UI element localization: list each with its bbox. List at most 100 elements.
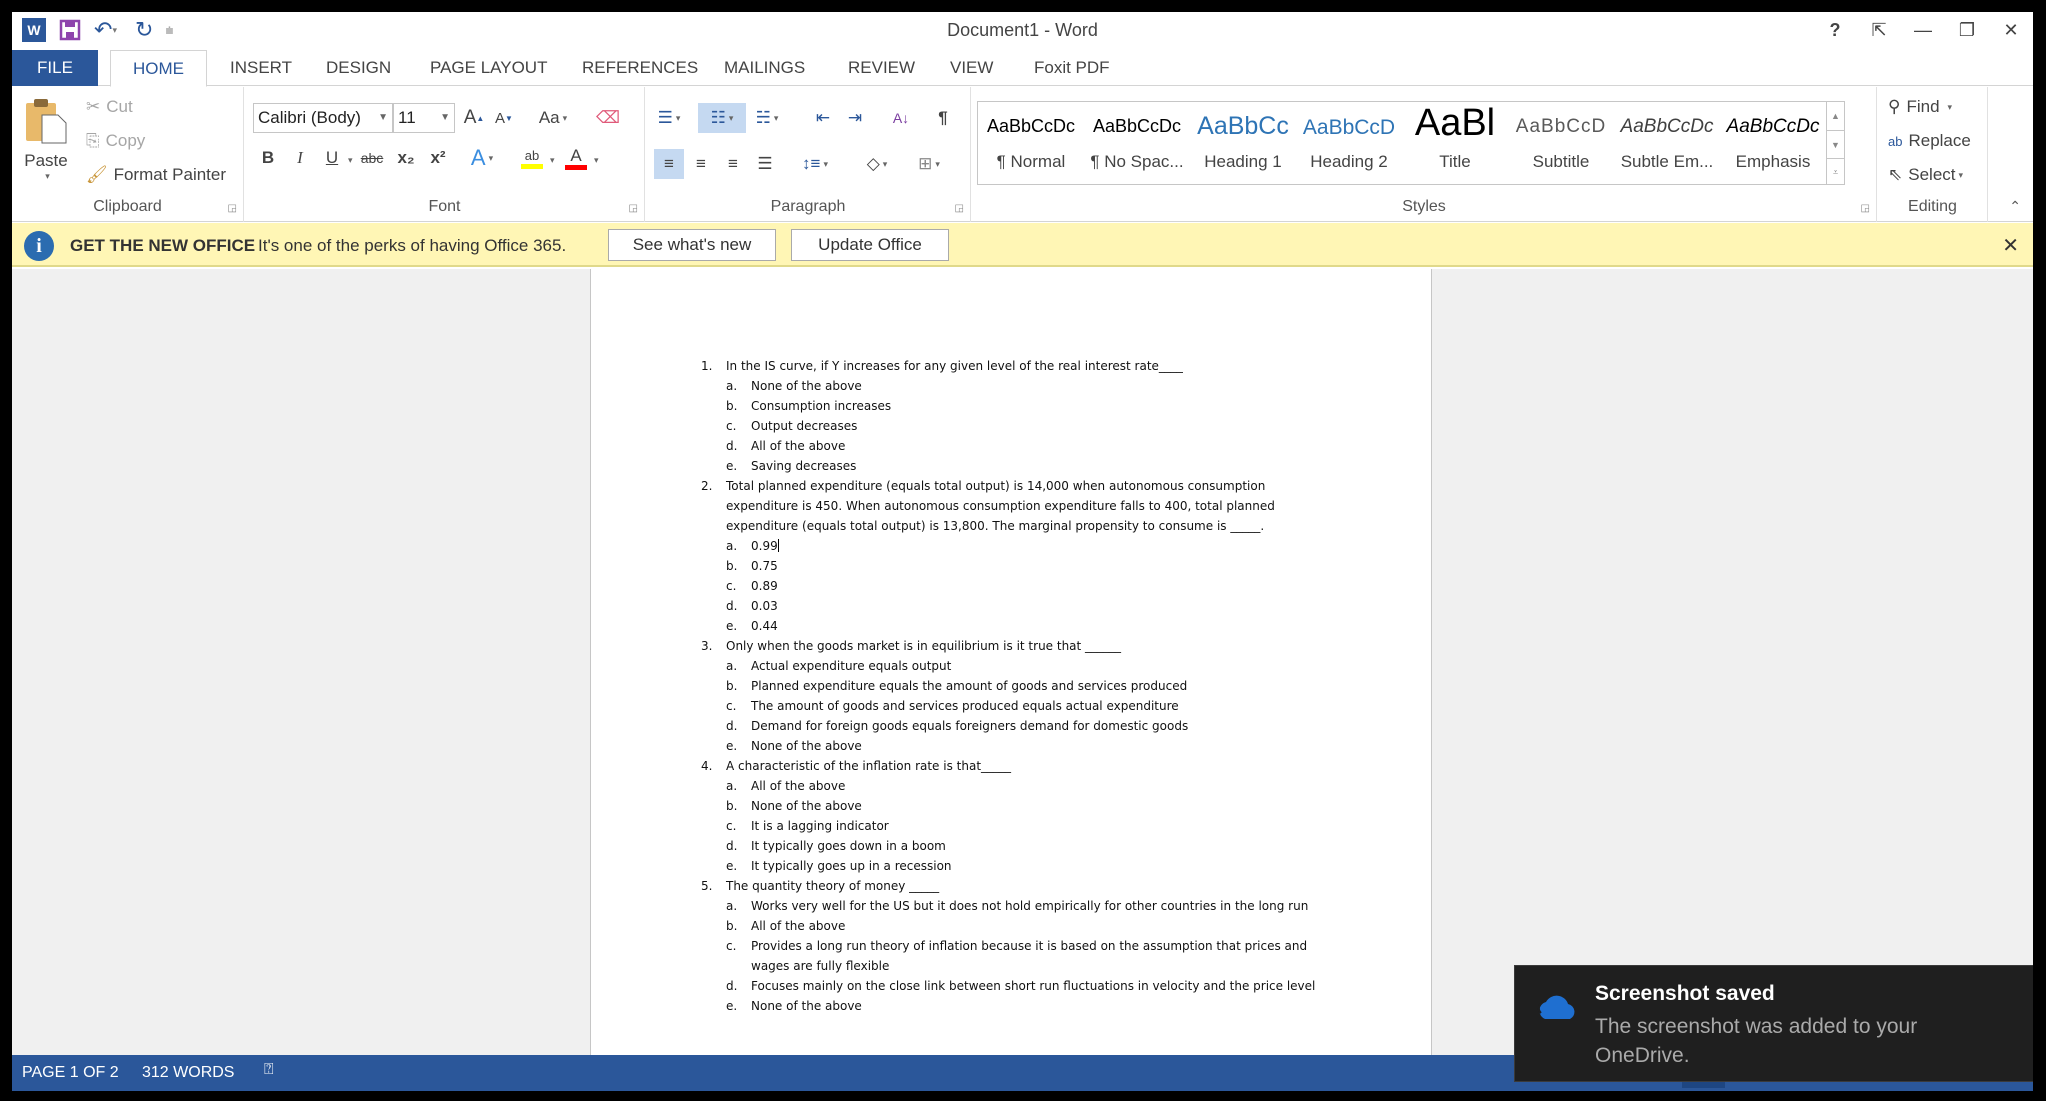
option-text[interactable]: All of the above <box>751 779 845 793</box>
font-color-button[interactable]: A <box>561 143 591 173</box>
question[interactable]: 1. In the IS curve, if Y increases for an… <box>701 356 1321 376</box>
style-subtitle[interactable]: AaBbCcD Subtitle <box>1508 102 1614 184</box>
close-message-bar-icon[interactable]: ✕ <box>2002 233 2019 258</box>
question-text[interactable]: A characteristic of the inflation rate i… <box>726 759 1011 773</box>
superscript-button[interactable]: x² <box>423 143 453 173</box>
see-whats-new-button[interactable]: See what's new <box>608 229 776 261</box>
style-heading-2[interactable]: AaBbCcD Heading 2 <box>1296 102 1402 184</box>
answer-option[interactable]: d. All of the above <box>701 436 1321 456</box>
tab-foxit-pdf[interactable]: Foxit PDF <box>1012 50 1132 86</box>
tab-design[interactable]: DESIGN <box>304 50 413 86</box>
styles-scroll-up-button[interactable]: ▲ <box>1826 102 1844 130</box>
question[interactable]: 4. A characteristic of the inflation rate… <box>701 756 1321 776</box>
shading-button[interactable]: ◇ ▾ <box>856 149 898 179</box>
align-right-button[interactable]: ≡ <box>718 149 748 179</box>
option-text[interactable]: The amount of goods and services produce… <box>751 699 1179 713</box>
question[interactable]: 5. The quantity theory of money _____ <box>701 876 1321 896</box>
styles-more-button[interactable]: ⩡ <box>1826 158 1844 184</box>
option-text[interactable]: Consumption increases <box>751 399 891 413</box>
answer-option[interactable]: c. It is a lagging indicator <box>701 816 1321 836</box>
styles-dialog-launcher-icon[interactable]: ◲ <box>1861 203 1870 214</box>
option-text[interactable]: It is a lagging indicator <box>751 819 889 833</box>
question-text[interactable]: The quantity theory of money _____ <box>726 879 939 893</box>
font-size-combo[interactable]: 11 ▼ <box>393 103 455 133</box>
option-text[interactable]: All of the above <box>751 439 845 453</box>
paste-dropdown-icon[interactable]: ▾ <box>45 171 50 182</box>
answer-option[interactable]: e. None of the above <box>701 736 1321 756</box>
clear-formatting-button[interactable]: ⌫ <box>593 103 623 133</box>
style-emphasis[interactable]: AaBbCcDc Emphasis <box>1720 102 1826 184</box>
option-text[interactable]: 0.75 <box>751 559 778 573</box>
option-text[interactable]: Provides a long run theory of inflation … <box>751 939 1307 973</box>
restore-button[interactable]: ❐ <box>1945 16 1989 44</box>
answer-option[interactable]: a. None of the above <box>701 376 1321 396</box>
option-text[interactable]: Actual expenditure equals output <box>751 659 951 673</box>
change-case-button[interactable]: Aa ▾ <box>533 103 573 133</box>
answer-option[interactable]: d. Demand for foreign goods equals foreig… <box>701 716 1321 736</box>
style-title[interactable]: AaBl Title <box>1402 102 1508 184</box>
option-text[interactable]: 0.03 <box>751 599 778 613</box>
option-text[interactable]: It typically goes up in a recession <box>751 859 952 873</box>
answer-option[interactable]: b. Planned expenditure equals the amount … <box>701 676 1321 696</box>
answer-option[interactable]: c. 0.89 <box>701 576 1321 596</box>
ribbon-display-options-button[interactable]: ⇱ <box>1857 16 1901 44</box>
option-text[interactable]: Focuses mainly on the close link between… <box>751 979 1315 993</box>
document-page[interactable]: 1. In the IS curve, if Y increases for an… <box>590 269 1432 1055</box>
justify-button[interactable]: ☰ <box>750 149 780 179</box>
decrease-indent-button[interactable]: ⇤ <box>808 103 838 133</box>
highlight-dropdown-icon[interactable]: ▾ <box>550 155 555 166</box>
bullets-button[interactable]: ☰ ▾ <box>654 103 684 133</box>
bold-button[interactable]: B <box>253 143 283 173</box>
option-text[interactable]: 0.89 <box>751 579 778 593</box>
underline-button[interactable]: U <box>317 143 347 173</box>
line-spacing-button[interactable]: ↕≡ ▾ <box>794 149 836 179</box>
shrink-font-button[interactable]: A ▼ <box>489 103 519 133</box>
copy-button[interactable]: ⎘ Copy <box>86 131 145 151</box>
tab-references[interactable]: REFERENCES <box>560 50 720 86</box>
option-text[interactable]: None of the above <box>751 739 862 753</box>
close-button[interactable]: ✕ <box>1989 16 2033 44</box>
italic-button[interactable]: I <box>285 143 315 173</box>
answer-option[interactable]: e. None of the above <box>701 996 1321 1016</box>
tab-insert[interactable]: INSERT <box>208 50 314 86</box>
option-text[interactable]: 0.99 <box>751 539 778 553</box>
tab-mailings[interactable]: MAILINGS <box>702 50 827 86</box>
update-office-button[interactable]: Update Office <box>791 229 949 261</box>
answer-option[interactable]: a. Actual expenditure equals output <box>701 656 1321 676</box>
increase-indent-button[interactable]: ⇥ <box>840 103 870 133</box>
font-name-combo[interactable]: Calibri (Body) ▼ <box>253 103 393 133</box>
style-normal[interactable]: AaBbCcDc ¶ Normal <box>978 102 1084 184</box>
question-text[interactable]: Only when the goods market is in equilib… <box>726 639 1121 653</box>
option-text[interactable]: None of the above <box>751 999 862 1013</box>
highlight-button[interactable]: ab <box>517 143 547 173</box>
find-button[interactable]: ⚲ Find ▾ <box>1888 97 1952 117</box>
answer-option[interactable]: c. Output decreases <box>701 416 1321 436</box>
option-text[interactable]: Planned expenditure equals the amount of… <box>751 679 1187 693</box>
multilevel-list-button[interactable]: ☵ ▾ <box>752 103 782 133</box>
answer-option[interactable]: a. 0.99 <box>701 536 1321 556</box>
answer-option[interactable]: c. Provides a long run theory of inflatio… <box>701 936 1321 976</box>
help-button[interactable]: ? <box>1813 16 1857 44</box>
answer-option[interactable]: b. 0.75 <box>701 556 1321 576</box>
option-text[interactable]: It typically goes down in a boom <box>751 839 946 853</box>
select-button[interactable]: ⇖ Select ▾ <box>1888 165 1963 185</box>
option-text[interactable]: Output decreases <box>751 419 857 433</box>
answer-option[interactable]: e. 0.44 <box>701 616 1321 636</box>
align-left-button[interactable]: ≡ <box>654 149 684 179</box>
numbering-button[interactable]: ☷ ▾ <box>698 103 746 133</box>
font-color-dropdown-icon[interactable]: ▾ <box>594 155 599 166</box>
answer-option[interactable]: b. All of the above <box>701 916 1321 936</box>
question-text[interactable]: In the IS curve, if Y increases for any … <box>726 359 1183 373</box>
text-effects-button[interactable]: A ▾ <box>467 143 497 173</box>
question[interactable]: 2. Total planned expenditure (equals tota… <box>701 476 1321 536</box>
option-text[interactable]: Saving decreases <box>751 459 856 473</box>
option-text[interactable]: Demand for foreign goods equals foreigne… <box>751 719 1188 733</box>
option-text[interactable]: Works very well for the US but it does n… <box>751 899 1308 913</box>
answer-option[interactable]: a. All of the above <box>701 776 1321 796</box>
replace-button[interactable]: ab Replace <box>1888 131 1971 151</box>
answer-option[interactable]: e. It typically goes up in a recession <box>701 856 1321 876</box>
answer-option[interactable]: b. Consumption increases <box>701 396 1321 416</box>
collapse-ribbon-icon[interactable]: ⌃ <box>2009 198 2021 215</box>
format-painter-button[interactable]: 🖌 Format Painter <box>86 165 226 185</box>
paragraph-dialog-launcher-icon[interactable]: ◲ <box>955 203 964 214</box>
